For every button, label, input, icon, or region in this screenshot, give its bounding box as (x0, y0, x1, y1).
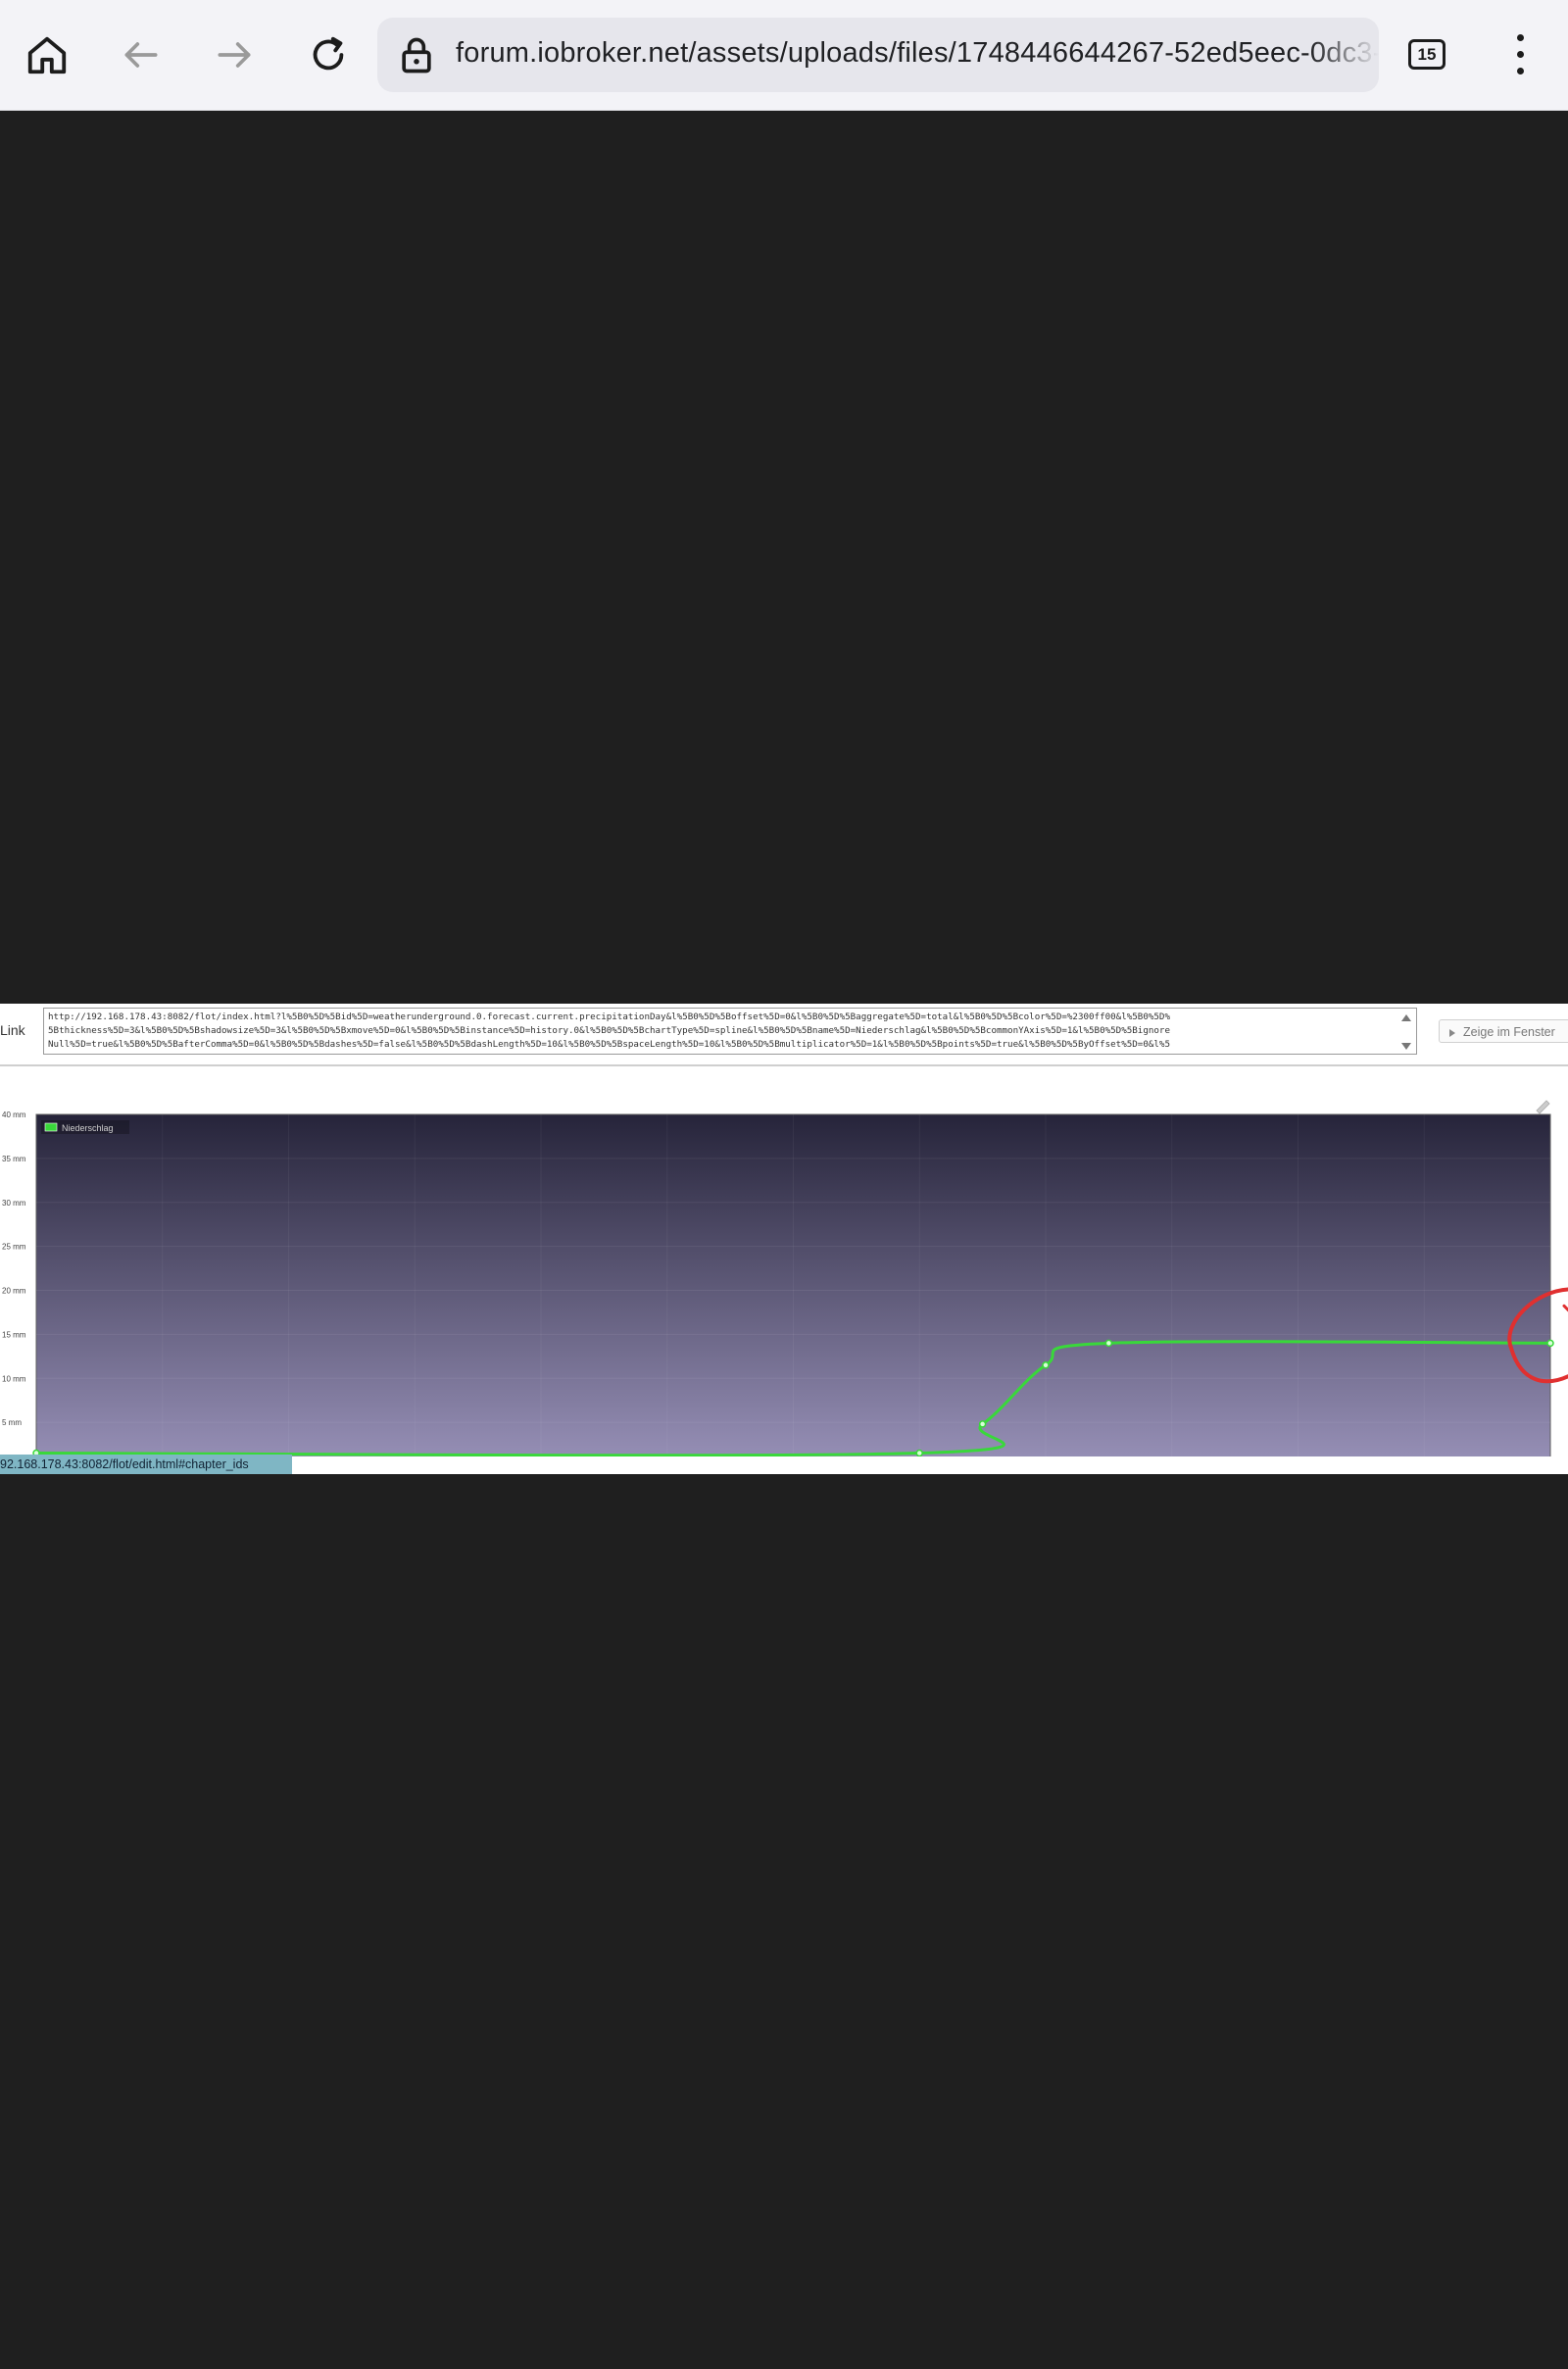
textarea-scrollbar[interactable] (1400, 1012, 1412, 1052)
data-point (978, 1420, 987, 1428)
link-textarea[interactable]: http://192.168.178.43:8082/flot/index.ht… (43, 1008, 1417, 1055)
link-row: Link http://192.168.178.43:8082/flot/ind… (0, 1004, 1568, 1066)
tabs-icon[interactable]: 15 (1408, 39, 1446, 70)
browser-toolbar: forum.iobroker.net/assets/uploads/files/… (0, 0, 1568, 111)
url-text[interactable]: forum.iobroker.net/assets/uploads/files/… (456, 37, 1379, 70)
y-tick-label: 40 mm (2, 1110, 26, 1119)
address-bar[interactable]: forum.iobroker.net/assets/uploads/files/… (377, 18, 1379, 92)
data-point (1546, 1339, 1554, 1348)
red-circle-annotation (1562, 1304, 1568, 1312)
reload-icon[interactable] (299, 25, 358, 84)
legend-swatch (44, 1122, 58, 1132)
precipitation-chart: 0 mm5 mm10 mm15 mm20 mm25 mm30 mm35 mm40… (2, 1100, 1568, 1456)
url-fade (1310, 18, 1379, 92)
legend-label: Niederschlag (62, 1123, 114, 1133)
back-icon[interactable] (112, 25, 171, 84)
data-point (915, 1449, 923, 1456)
link-label: Link (0, 1022, 25, 1038)
link-line: http://192.168.178.43:8082/flot/index.ht… (48, 1012, 1170, 1022)
flot-editor-screenshot: Link http://192.168.178.43:8082/flot/ind… (0, 1004, 1568, 1474)
data-point (1104, 1339, 1113, 1348)
lock-icon[interactable] (395, 33, 438, 76)
forward-icon[interactable] (205, 25, 264, 84)
home-icon[interactable] (18, 25, 76, 84)
edit-pencil-icon (1536, 1100, 1550, 1114)
y-tick-label: 35 mm (2, 1155, 26, 1163)
y-tick-label: 30 mm (2, 1199, 26, 1208)
link-line: 5Bthickness%5D=3&l%5B0%5D%5Bshadowsize%5… (48, 1025, 1170, 1036)
show-in-window-label: Zeige im Fenster (1463, 1025, 1555, 1039)
y-tick-label: 25 mm (2, 1243, 26, 1252)
play-icon (1449, 1028, 1455, 1037)
y-tick-label: 5 mm (2, 1418, 22, 1427)
more-icon[interactable] (1509, 32, 1533, 77)
y-tick-label: 15 mm (2, 1330, 26, 1339)
link-line: Null%5D=true&l%5B0%5D%5BafterComma%5D=0&… (48, 1039, 1170, 1050)
data-point (1042, 1361, 1050, 1369)
y-tick-label: 10 mm (2, 1374, 26, 1383)
status-url: 92.168.178.43:8082/flot/edit.html#chapte… (0, 1455, 292, 1474)
show-in-window-button[interactable]: Zeige im Fenster (1439, 1019, 1568, 1043)
y-tick-label: 20 mm (2, 1287, 26, 1296)
